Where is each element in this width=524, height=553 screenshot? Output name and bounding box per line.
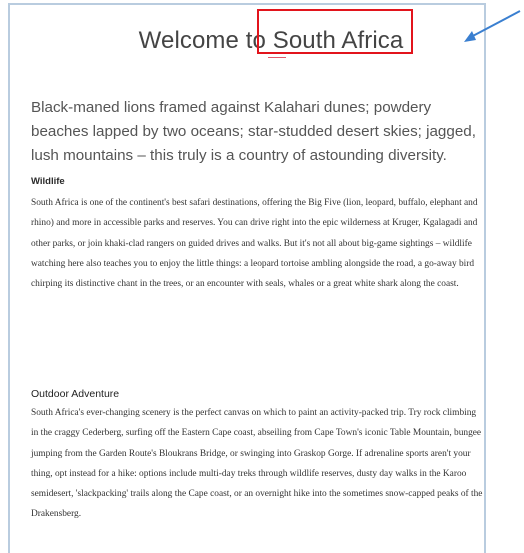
section-heading-wildlife: Wildlife [31, 176, 65, 187]
title-accent-underline [268, 57, 286, 58]
page-root: Welcome to South Africa Black-maned lion… [0, 0, 524, 553]
highlight-box-annotation [257, 9, 413, 54]
section-body-outdoor-adventure: South Africa's ever-changing scenery is … [31, 408, 483, 520]
annotation-arrow-icon [464, 10, 521, 42]
intro-paragraph: Black-maned lions framed against Kalahar… [31, 99, 476, 164]
section-heading-outdoor-adventure: Outdoor Adventure [31, 388, 120, 400]
section-body-wildlife: South Africa is one of the continent's b… [31, 198, 478, 290]
